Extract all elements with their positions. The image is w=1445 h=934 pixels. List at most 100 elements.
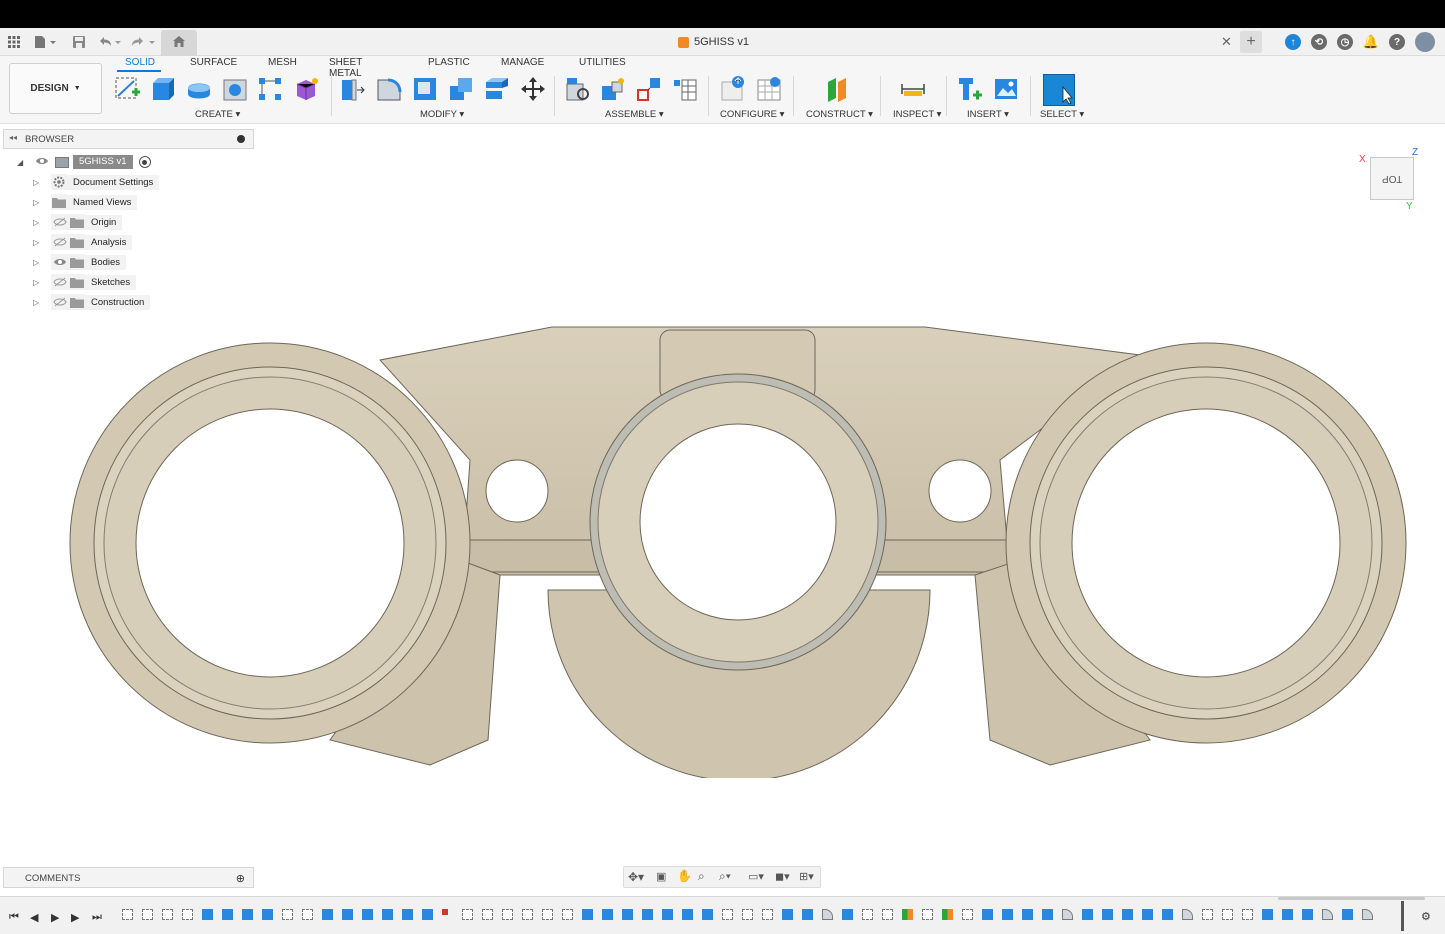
timeline-settings-gear-icon[interactable]: ⚙	[1421, 910, 1431, 923]
timeline-sketch-icon[interactable]	[122, 909, 133, 920]
fit-zoom-icon[interactable]: ⌕▾	[719, 869, 731, 884]
browser-item-named-views[interactable]: ▷ Named Views	[33, 194, 138, 210]
timeline-sketch-icon[interactable]	[482, 909, 493, 920]
grid-snaps-icon[interactable]: ◼▾	[775, 870, 790, 883]
hidden-eye-icon[interactable]	[51, 294, 69, 310]
collapse-panel-icon[interactable]: ◂◂	[9, 133, 17, 142]
activate-radio-icon[interactable]	[138, 156, 151, 168]
group-construct[interactable]: CONSTRUCT ▾	[806, 109, 873, 120]
timeline-play-icon[interactable]: ▶	[51, 911, 59, 924]
user-avatar[interactable]	[1415, 32, 1435, 52]
timeline-fillet-icon[interactable]	[1362, 909, 1373, 920]
browser-panel-header[interactable]: ◂◂ BROWSER	[3, 129, 254, 149]
group-modify[interactable]: MODIFY ▾	[420, 109, 464, 120]
timeline-marker[interactable]	[1401, 901, 1404, 931]
timeline-first-icon[interactable]: ⏮	[9, 911, 19, 924]
new-component-icon[interactable]	[565, 76, 591, 102]
timeline-sketch-icon[interactable]	[282, 909, 293, 920]
timeline-sketch-icon[interactable]	[722, 909, 733, 920]
timeline-sketch-icon[interactable]	[862, 909, 873, 920]
browser-item-sketches[interactable]: ▷ Sketches	[33, 274, 137, 290]
timeline-sketch-icon[interactable]	[762, 909, 773, 920]
timeline-sketch-icon[interactable]	[1202, 909, 1213, 920]
timeline-plane-icon[interactable]	[902, 909, 913, 920]
save-icon[interactable]	[72, 33, 86, 51]
timeline-extrude-icon[interactable]	[1082, 909, 1093, 920]
viewcube[interactable]: TOP	[1370, 157, 1414, 200]
configuration-table-icon[interactable]	[756, 76, 782, 102]
browser-item-analysis[interactable]: ▷ Analysis	[33, 234, 133, 250]
new-tab-icon[interactable]: +	[1240, 31, 1262, 53]
timeline-extrude-icon[interactable]	[222, 909, 233, 920]
comments-panel-header[interactable]: COMMENTS ⊕	[3, 867, 254, 888]
extensions-icon[interactable]: ⟲	[1311, 34, 1327, 50]
shell-icon[interactable]	[412, 76, 438, 102]
timeline-fillet-icon[interactable]	[1062, 909, 1073, 920]
timeline-fillet-icon[interactable]	[1322, 909, 1333, 920]
expand-arrow-icon[interactable]: ▷	[33, 298, 43, 307]
timeline-next-icon[interactable]: ▶	[71, 911, 79, 924]
pattern-icon[interactable]	[257, 76, 283, 102]
revolve-icon[interactable]	[186, 76, 212, 102]
hidden-eye-icon[interactable]	[51, 214, 69, 230]
timeline-extrude-icon[interactable]	[322, 909, 333, 920]
timeline-previous-icon[interactable]: ◀	[30, 911, 38, 924]
home-tab[interactable]	[161, 30, 197, 56]
viewports-icon[interactable]: ⊞▾	[799, 870, 814, 883]
visibility-eye-icon[interactable]	[35, 156, 51, 169]
timeline-sketch-icon[interactable]	[522, 909, 533, 920]
create-form-icon[interactable]	[293, 76, 319, 102]
timeline-sketch-icon[interactable]	[302, 909, 313, 920]
workspace-switcher[interactable]: DESIGN ▼	[9, 63, 102, 114]
timeline-extrude-icon[interactable]	[362, 909, 373, 920]
timeline-extrude-icon[interactable]	[402, 909, 413, 920]
timeline-extrude-icon[interactable]	[1022, 909, 1033, 920]
tab-solid[interactable]: SOLID	[125, 57, 155, 68]
timeline-extrude-icon[interactable]	[842, 909, 853, 920]
pan-hand-icon[interactable]: ✋	[677, 869, 692, 883]
group-assemble[interactable]: ASSEMBLE ▾	[605, 109, 664, 120]
browser-root-row[interactable]: ◢ 5GHISS v1	[17, 154, 151, 170]
timeline-sketch-icon[interactable]	[182, 909, 193, 920]
timeline-extrude-icon[interactable]	[422, 909, 433, 920]
timeline-extrude-icon[interactable]	[582, 909, 593, 920]
hidden-eye-icon[interactable]	[51, 234, 69, 250]
redo-icon[interactable]	[130, 33, 156, 51]
construct-plane-icon[interactable]	[825, 76, 851, 102]
timeline-sketch-icon[interactable]	[1222, 909, 1233, 920]
timeline-extrude-icon[interactable]	[982, 909, 993, 920]
timeline-sketch-icon[interactable]	[962, 909, 973, 920]
timeline-extrude-icon[interactable]	[802, 909, 813, 920]
undo-icon[interactable]	[98, 33, 122, 51]
timeline-sketch-icon[interactable]	[542, 909, 553, 920]
add-comment-icon[interactable]: ⊕	[236, 872, 245, 885]
select-tool-button[interactable]	[1043, 74, 1075, 106]
timeline-extrude-icon[interactable]	[1002, 909, 1013, 920]
insert-derive-icon[interactable]	[957, 76, 983, 102]
group-configure[interactable]: CONFIGURE ▾	[720, 109, 784, 120]
tab-mesh[interactable]: MESH	[268, 57, 297, 68]
browser-item-document-settings[interactable]: ▷ Document Settings	[33, 174, 160, 190]
as-built-joint-icon[interactable]	[636, 76, 662, 102]
hole-icon[interactable]	[222, 76, 248, 102]
move-icon[interactable]	[520, 76, 546, 102]
timeline-extrude-icon[interactable]	[662, 909, 673, 920]
zoom-icon[interactable]: ⌕	[698, 869, 705, 884]
create-sketch-icon[interactable]	[114, 76, 140, 102]
timeline-sketch-icon[interactable]	[462, 909, 473, 920]
job-status-icon[interactable]: ↑	[1285, 34, 1301, 50]
expand-arrow-icon[interactable]: ▷	[33, 178, 43, 187]
timeline-sketch-icon[interactable]	[562, 909, 573, 920]
timeline-extrude-icon[interactable]	[682, 909, 693, 920]
timeline-extrude-icon[interactable]	[642, 909, 653, 920]
timeline-sketch-icon[interactable]	[142, 909, 153, 920]
timeline-last-icon[interactable]: ⏭	[92, 911, 102, 924]
combine-icon[interactable]	[448, 76, 474, 102]
timeline-extrude-icon[interactable]	[382, 909, 393, 920]
timeline-extrude-icon[interactable]	[1042, 909, 1053, 920]
timeline-extrude-icon[interactable]	[1282, 909, 1293, 920]
help-icon[interactable]: ?	[1389, 34, 1405, 50]
panel-options-icon[interactable]	[237, 135, 245, 143]
group-create[interactable]: CREATE ▾	[195, 109, 240, 120]
timeline-sketch-icon[interactable]	[502, 909, 513, 920]
